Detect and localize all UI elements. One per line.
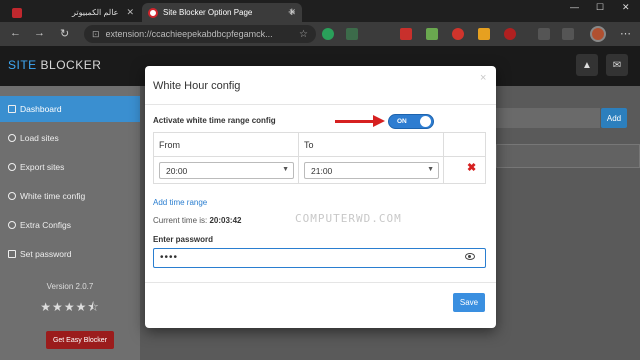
table-row [496, 144, 640, 168]
dashboard-icon [8, 105, 16, 113]
brand-part1: SITE [8, 58, 37, 72]
eye-icon[interactable] [465, 253, 475, 260]
envelope-icon: ✉ [612, 59, 622, 71]
sidebar-item-white-time-config[interactable]: White time config [0, 183, 140, 209]
extension-icon[interactable] [346, 28, 358, 40]
browser-tab[interactable]: عالم الكمبيوتر ✕ [6, 3, 140, 22]
sidebar-item-load-sites[interactable]: Load sites [0, 125, 140, 151]
gear-icon [8, 221, 16, 229]
modal-title: White Hour config [153, 80, 241, 92]
white-hour-config-modal: White Hour config × Activate white time … [145, 66, 496, 328]
sidebar-item-label: Set password [20, 249, 72, 259]
divider [154, 156, 485, 157]
tab-title: Site Blocker Option Page [163, 8, 253, 17]
close-window-icon[interactable]: ✕ [622, 2, 630, 13]
profile-avatar[interactable] [590, 26, 606, 42]
toggle-label: ON [397, 118, 407, 125]
annotation-arrow [335, 120, 375, 123]
activate-toggle[interactable]: ON [388, 114, 434, 129]
from-time-value: 20:00 [166, 166, 188, 176]
forward-icon[interactable]: → [34, 27, 45, 39]
sidebar-item-label: White time config [20, 191, 86, 201]
collections-icon[interactable] [562, 28, 574, 40]
column-header-to: To [304, 140, 314, 150]
export-icon [8, 163, 16, 171]
browser-tab-strip: عالم الكمبيوتر ✕ Site Blocker Option Pag… [0, 0, 640, 22]
site-favicon-icon [12, 7, 22, 18]
sidebar: Dashboard Load sites Export sites White … [0, 86, 140, 360]
get-easy-blocker-button[interactable]: Get Easy Blocker [46, 331, 114, 349]
clock-icon [8, 192, 16, 200]
toggle-knob [420, 116, 431, 127]
extension-icon[interactable] [426, 28, 438, 40]
add-site-button[interactable]: Add [601, 108, 627, 128]
sidebar-item-label: Dashboard [20, 104, 62, 114]
lock-icon [8, 250, 16, 258]
browser-toolbar: ← → ↻ ⊡ extension://ccachieepekabdbcpfeg… [0, 22, 640, 46]
minimize-icon[interactable]: — [570, 2, 579, 12]
to-time-value: 21:00 [311, 166, 333, 176]
load-icon [8, 134, 16, 142]
back-icon[interactable]: ← [10, 27, 21, 39]
delete-range-icon[interactable]: ✖ [467, 161, 476, 174]
extension-icon[interactable] [452, 28, 464, 40]
add-time-range-link[interactable]: Add time range [153, 198, 207, 207]
version-label: Version 2.0.7 [46, 282, 94, 291]
to-time-select[interactable]: 21:00 ▼ [304, 162, 439, 179]
extension-icon: ⊡ [92, 28, 100, 39]
annotation-arrow-head-icon [373, 115, 385, 127]
messages-button[interactable]: ✉ [606, 54, 628, 76]
chevron-down-icon: ▼ [427, 166, 434, 173]
address-bar[interactable]: ⊡ extension://ccachieepekabdbcpfegamck..… [84, 25, 316, 43]
rating-stars[interactable]: ★★★★⯪ [0, 298, 140, 319]
divider [298, 133, 299, 183]
bell-icon: ▲ [582, 59, 592, 71]
blocker-favicon-icon [148, 7, 158, 18]
brand-part2: BLOCKER [40, 58, 102, 72]
from-time-select[interactable]: 20:00 ▼ [159, 162, 294, 179]
url-text: extension://ccachieepekabdbcpfegamck... [105, 29, 273, 39]
current-time-label: Current time is: [153, 216, 208, 225]
time-range-table: From To 20:00 ▼ 21:00 ▼ ✖ [153, 132, 486, 184]
sidebar-item-set-password[interactable]: Set password [0, 241, 140, 267]
maximize-icon[interactable]: ☐ [596, 2, 604, 13]
brand-logo: SITE BLOCKER [8, 58, 101, 72]
close-icon[interactable]: × [480, 72, 486, 84]
chevron-down-icon: ▼ [282, 166, 289, 173]
divider [145, 104, 496, 105]
tab-title: عالم الكمبيوتر [71, 8, 119, 17]
password-field[interactable]: •••• [153, 248, 486, 268]
activate-label: Activate white time range config [153, 116, 276, 125]
rss-extension-icon[interactable] [478, 28, 490, 40]
sidebar-item-extra-configs[interactable]: Extra Configs [0, 212, 140, 238]
favorites-icon[interactable] [538, 28, 550, 40]
more-menu-icon[interactable]: ⋯ [620, 27, 631, 40]
sidebar-item-dashboard[interactable]: Dashboard [0, 96, 140, 122]
password-label: Enter password [153, 235, 214, 244]
current-time-value: 20:03:42 [209, 216, 242, 225]
new-tab-icon[interactable]: + [288, 4, 296, 19]
site-blocker-extension-icon[interactable] [504, 28, 516, 40]
current-time: Current time is: 20:03:42 [153, 216, 242, 225]
notification-button[interactable]: ▲ [576, 54, 598, 76]
divider [443, 133, 444, 183]
sidebar-item-export-sites[interactable]: Export sites [0, 154, 140, 180]
site-input[interactable] [496, 108, 600, 128]
grammarly-extension-icon[interactable] [322, 28, 334, 40]
divider [145, 282, 496, 283]
sidebar-item-label: Load sites [20, 133, 59, 143]
sidebar-item-label: Extra Configs [20, 220, 72, 230]
bookmark-star-icon[interactable]: ☆ [299, 29, 308, 40]
column-header-from: From [159, 140, 180, 150]
browser-tab-active[interactable]: Site Blocker Option Page ✕ [142, 3, 302, 22]
sidebar-item-label: Export sites [20, 162, 65, 172]
extension-icon[interactable] [400, 28, 412, 40]
watermark: COMPUTERWD.COM [295, 212, 402, 225]
reload-icon[interactable]: ↻ [60, 27, 69, 40]
save-button[interactable]: Save [453, 293, 485, 312]
close-tab-icon[interactable]: ✕ [126, 7, 134, 18]
